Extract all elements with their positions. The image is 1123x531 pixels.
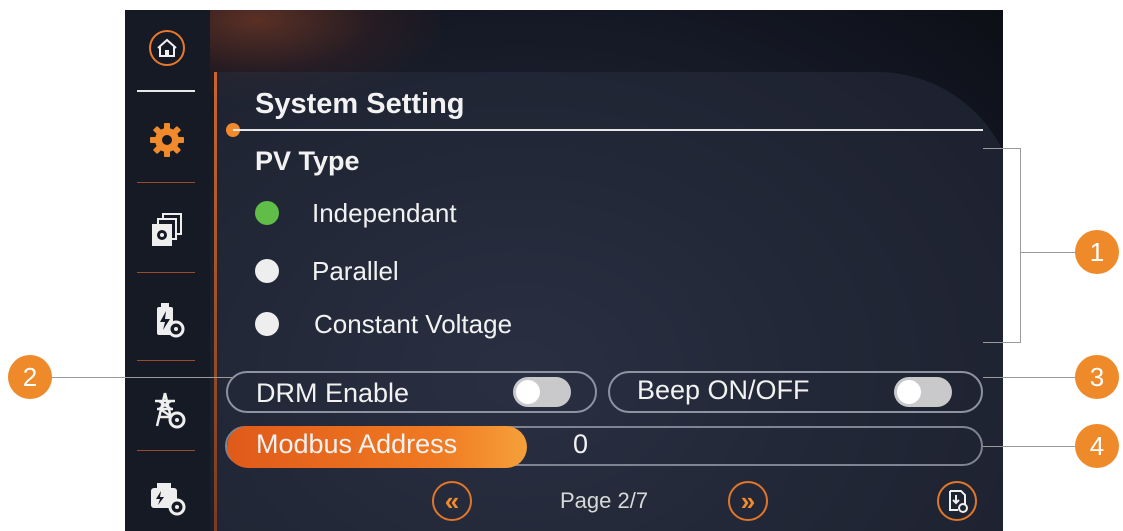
title-divider [233,129,983,131]
sidebar-divider [137,90,195,92]
pv-option-label: Parallel [312,255,399,286]
prev-page-button[interactable]: « [432,481,472,521]
callout-badge-1: 1 [1075,230,1119,274]
home-icon [149,30,185,66]
callout-line-3 [983,377,1076,378]
battery-settings-icon [157,303,185,338]
modbus-address-row[interactable]: Modbus Address 0 [225,426,983,468]
sidebar [125,10,210,531]
callout-line-2 [52,377,232,378]
sidebar-divider [137,182,195,183]
pv-option-parallel[interactable]: Parallel [255,254,399,288]
pv-option-independant[interactable]: Independant [255,196,457,230]
panel-accent-bar [214,72,217,531]
pv-option-label: Independant [312,197,457,228]
drm-enable-row: DRM Enable [226,371,597,413]
sidebar-divider [137,450,195,451]
download-settings-icon [949,490,968,513]
pv-option-constant-voltage[interactable]: Constant Voltage [255,307,512,341]
pv-option-label: Constant Voltage [314,308,513,339]
grid-tower-settings-icon [155,392,186,429]
callout-badge-3: 3 [1075,355,1119,399]
drm-enable-toggle[interactable] [513,377,571,407]
callout-badge-2: 2 [8,355,52,399]
radio-unselected[interactable] [255,259,279,283]
save-settings-button[interactable] [937,481,977,521]
grid-settings-button[interactable] [143,386,191,434]
drm-enable-label: DRM Enable [256,378,410,408]
copy-settings-icon [152,213,182,246]
radio-selected[interactable] [255,201,279,225]
callout-line-4 [983,446,1076,447]
toggle-knob [516,380,540,404]
next-page-button[interactable]: » [728,481,768,521]
copy-settings-button[interactable] [143,206,191,254]
gear-icon [150,123,184,157]
sidebar-divider [137,272,195,273]
battery-settings-button[interactable] [143,296,191,344]
modbus-address-label: Modbus Address [256,429,458,459]
generator-settings-button[interactable] [143,474,191,522]
generator-settings-icon [151,483,186,516]
page-title: System Setting [255,88,465,120]
callout-bracket-1 [983,148,1021,343]
system-settings-button[interactable] [143,116,191,164]
callout-line-1 [1020,252,1075,253]
radio-unselected[interactable] [255,312,279,336]
modbus-address-value[interactable]: 0 [573,429,588,460]
callout-badge-4: 4 [1075,424,1119,468]
sidebar-divider [137,360,195,361]
double-chevron-left-icon: « [444,486,460,516]
pv-type-heading: PV Type [255,146,360,176]
inverter-screen: System Setting PV Type Independant Paral… [125,10,1003,531]
page-indicator: Page 2/7 [560,488,649,513]
home-button[interactable] [143,24,191,72]
beep-row: Beep ON/OFF [608,371,983,413]
toggle-knob [897,380,921,404]
double-chevron-right-icon: » [740,486,756,516]
beep-label: Beep ON/OFF [637,375,810,405]
beep-toggle[interactable] [894,377,952,407]
